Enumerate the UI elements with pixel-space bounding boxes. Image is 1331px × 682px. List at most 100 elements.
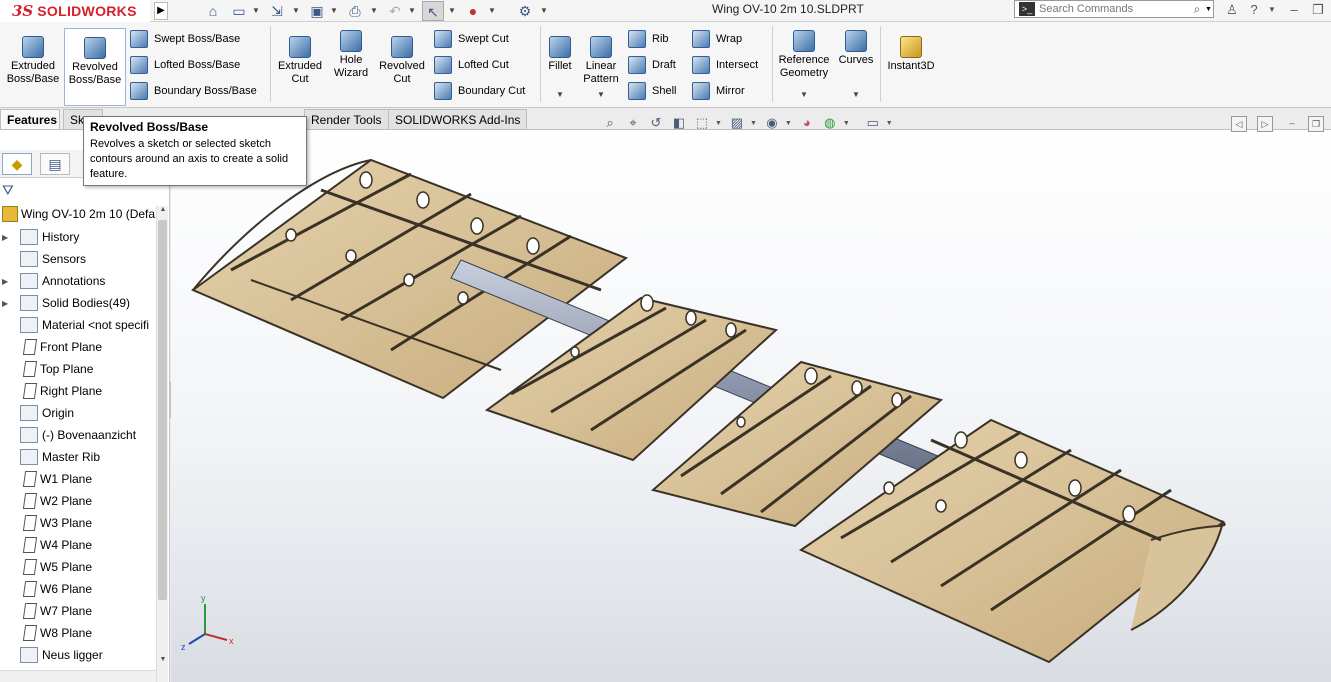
undo-dropdown-arrow-icon[interactable]: ▼ xyxy=(408,1,416,21)
property-manager-tab-icon[interactable]: ▤ xyxy=(40,153,70,175)
rebuild-icon[interactable]: ● xyxy=(462,1,484,21)
feature-tree-tab-icon[interactable]: ◆ xyxy=(2,153,32,175)
print-dropdown-arrow-icon[interactable]: ▼ xyxy=(370,1,378,21)
tree-item[interactable]: W2 Plane xyxy=(0,490,156,512)
tab-solidworks-add-ins[interactable]: SOLIDWORKS Add-Ins xyxy=(388,109,528,129)
section-view-icon[interactable]: ◧ xyxy=(669,113,689,133)
tree-item[interactable]: Sensors xyxy=(0,248,156,270)
view-settings-dropdown-arrow-icon[interactable]: ▼ xyxy=(886,120,893,127)
tree-item[interactable]: Front Plane xyxy=(0,336,156,358)
fillet-dropdown-arrow-icon[interactable]: ▼ xyxy=(556,90,564,99)
tree-item[interactable]: Master Rib xyxy=(0,446,156,468)
boundary-cut-button[interactable]: Boundary Cut xyxy=(434,80,525,102)
pattern-dropdown-arrow-icon[interactable]: ▼ xyxy=(597,90,605,99)
tree-item[interactable]: ▶ History xyxy=(0,226,156,248)
search-commands-box[interactable]: >_ ⌕ ▼ xyxy=(1014,0,1214,18)
search-input[interactable] xyxy=(1039,3,1189,15)
intersect-button[interactable]: Intersect xyxy=(692,54,758,76)
open-dropdown-arrow-icon[interactable]: ▼ xyxy=(292,1,300,21)
tree-item[interactable]: W8 Plane xyxy=(0,622,156,644)
hide-show-dropdown-arrow-icon[interactable]: ▼ xyxy=(785,120,792,127)
select-dropdown-arrow-icon[interactable]: ▼ xyxy=(448,1,456,21)
rebuild-dropdown-arrow-icon[interactable]: ▼ xyxy=(488,1,496,21)
shell-button[interactable]: Shell xyxy=(628,80,676,102)
options-dropdown-arrow-icon[interactable]: ▼ xyxy=(540,1,548,21)
viewport-restore-icon[interactable]: ❐ xyxy=(1308,116,1324,132)
view-settings-icon[interactable]: ▭ xyxy=(863,113,883,133)
feature-tree-root[interactable]: Wing OV-10 2m 10 (Defa xyxy=(2,206,155,222)
tree-item[interactable]: W1 Plane xyxy=(0,468,156,490)
display-style-dropdown-arrow-icon[interactable]: ▼ xyxy=(750,120,757,127)
tree-item[interactable]: Material <not specifi xyxy=(0,314,156,336)
save-dropdown-arrow-icon[interactable]: ▼ xyxy=(330,1,338,21)
zoom-to-area-icon[interactable]: ⌖ xyxy=(623,113,643,133)
tree-item[interactable]: Neus ligger xyxy=(0,644,156,666)
draft-button[interactable]: Draft xyxy=(628,54,676,76)
print-icon[interactable]: ⎙ xyxy=(344,1,366,21)
help-dropdown-arrow-icon[interactable]: ▼ xyxy=(1262,0,1282,20)
view-orientation-dropdown-arrow-icon[interactable]: ▼ xyxy=(715,120,722,127)
lofted-cut-button[interactable]: Lofted Cut xyxy=(434,54,509,76)
graphics-area[interactable]: y x z xyxy=(171,130,1331,682)
mirror-button[interactable]: Mirror xyxy=(692,80,745,102)
minimize-icon[interactable]: – xyxy=(1284,0,1304,20)
tree-item[interactable]: W5 Plane xyxy=(0,556,156,578)
tab-render-tools[interactable]: Render Tools xyxy=(304,109,389,129)
zoom-to-fit-icon[interactable]: ⌕ xyxy=(600,113,620,133)
hole-wizard-button[interactable]: Hole Wizard xyxy=(328,28,374,106)
tree-vertical-scrollbar[interactable]: ▲ ▼ xyxy=(156,206,168,682)
home-icon[interactable]: ⌂ xyxy=(202,1,224,21)
display-style-icon[interactable]: ▨ xyxy=(727,113,747,133)
apply-scene-dropdown-arrow-icon[interactable]: ▼ xyxy=(843,120,850,127)
tree-item[interactable]: W4 Plane xyxy=(0,534,156,556)
new-document-icon[interactable]: ▭ xyxy=(228,1,250,21)
boundary-boss-button[interactable]: Boundary Boss/Base xyxy=(130,80,257,102)
new-dropdown-arrow-icon[interactable]: ▼ xyxy=(252,1,260,21)
tree-item[interactable]: ▶ Solid Bodies(49) xyxy=(0,292,156,314)
tree-item[interactable]: Right Plane xyxy=(0,380,156,402)
scroll-down-arrow-icon[interactable]: ▼ xyxy=(157,656,169,668)
hide-show-items-icon[interactable]: ◉ xyxy=(762,113,782,133)
lofted-boss-button[interactable]: Lofted Boss/Base xyxy=(130,54,240,76)
curves-dropdown-arrow-icon[interactable]: ▼ xyxy=(852,90,860,99)
viewport-minimize-icon[interactable]: – xyxy=(1284,116,1300,132)
tree-item[interactable]: Top Plane xyxy=(0,358,156,380)
revolved-boss-button[interactable]: Revolved Boss/Base xyxy=(64,28,126,106)
tree-item[interactable]: W7 Plane xyxy=(0,600,156,622)
wrap-button[interactable]: Wrap xyxy=(692,28,742,50)
swept-boss-button[interactable]: Swept Boss/Base xyxy=(130,28,240,50)
wing-model-view[interactable]: y x z xyxy=(171,130,1331,682)
user-icon[interactable]: ♙ xyxy=(1222,0,1242,20)
apply-scene-icon[interactable]: ◍ xyxy=(820,113,840,133)
tree-item[interactable]: Origin xyxy=(0,402,156,424)
filter-icon[interactable]: ⛛ xyxy=(2,182,14,199)
viewport-forward-icon[interactable]: ▷ xyxy=(1257,116,1273,132)
rib-button[interactable]: Rib xyxy=(628,28,669,50)
select-icon[interactable]: ↖ xyxy=(422,1,444,21)
tree-horizontal-scrollbar[interactable] xyxy=(0,670,156,682)
options-icon[interactable]: ⚙ xyxy=(514,1,536,21)
instant3d-button[interactable]: Instant3D xyxy=(882,28,940,106)
tree-item[interactable]: W3 Plane xyxy=(0,512,156,534)
scroll-up-arrow-icon[interactable]: ▲ xyxy=(157,206,169,218)
expand-arrow-icon[interactable]: ▶ xyxy=(2,299,12,308)
tree-item[interactable]: ▶ Annotations xyxy=(0,270,156,292)
tree-item[interactable]: W6 Plane xyxy=(0,578,156,600)
viewport-back-icon[interactable]: ◁ xyxy=(1231,116,1247,132)
save-icon[interactable]: ▣ xyxy=(306,1,328,21)
expand-arrow-icon[interactable]: ▶ xyxy=(2,277,12,286)
help-icon[interactable]: ? xyxy=(1244,0,1264,20)
tree-item[interactable]: (-) Bovenaanzicht xyxy=(0,424,156,446)
search-icon[interactable]: ⌕ xyxy=(1189,2,1205,17)
scroll-thumb[interactable] xyxy=(158,220,167,600)
extruded-boss-button[interactable]: Extruded Boss/Base xyxy=(2,28,64,106)
revolved-cut-button[interactable]: Revolved Cut xyxy=(376,28,428,106)
previous-view-icon[interactable]: ↺ xyxy=(646,113,666,133)
reference-geometry-dropdown-arrow-icon[interactable]: ▼ xyxy=(800,90,808,99)
extruded-cut-button[interactable]: Extruded Cut xyxy=(274,28,326,106)
open-icon[interactable]: ⇲ xyxy=(266,1,288,21)
search-dropdown-arrow-icon[interactable]: ▼ xyxy=(1205,6,1213,13)
edit-appearance-icon[interactable]: ◕ xyxy=(797,113,817,133)
tab-features[interactable]: Features xyxy=(0,109,60,129)
swept-cut-button[interactable]: Swept Cut xyxy=(434,28,509,50)
